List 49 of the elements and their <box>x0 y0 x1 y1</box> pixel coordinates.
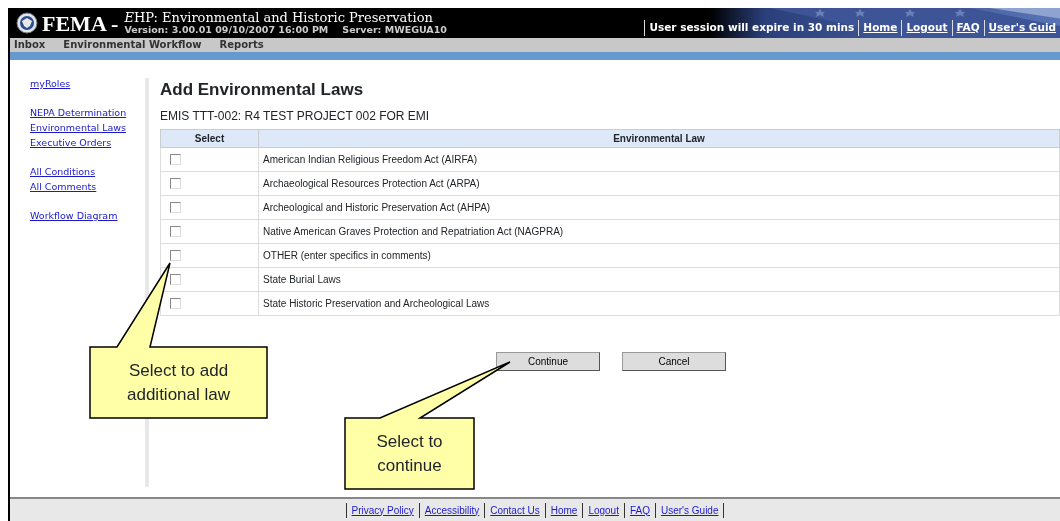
checkbox[interactable] <box>170 177 181 189</box>
checkbox[interactable] <box>170 225 181 237</box>
table-cell: State Historic Preservation and Archeological Laws <box>258 291 1060 315</box>
callout-text: Select to add additional law <box>126 360 231 406</box>
sidebar-link[interactable]: NEPA Determination <box>30 105 146 120</box>
footer-link[interactable]: FAQ <box>623 502 655 518</box>
seal-icon <box>16 12 38 34</box>
continue-button[interactable]: Continue <box>496 351 600 371</box>
footer-link[interactable]: Logout <box>582 502 624 518</box>
page-title: Add Environmental Laws <box>160 79 365 101</box>
table-cell: State Burial Laws <box>258 267 1060 291</box>
checkbox[interactable] <box>170 249 181 261</box>
callout-text: Select to continue <box>375 431 444 477</box>
table-cell: American Indian Religious Freedom Act (AIRFA) <box>258 147 1060 171</box>
checkbox[interactable] <box>170 297 181 309</box>
sidebar-link[interactable]: All Conditions <box>30 164 146 179</box>
sidebar-link[interactable]: All Comments <box>30 179 146 194</box>
footer-link[interactable]: User's Guide <box>655 502 725 518</box>
header-link[interactable]: User's Guid <box>983 20 1060 36</box>
table-cell: Native American Graves Protection and Repatriation Act (NAGPRA) <box>258 219 1060 243</box>
table-cell: OTHER (enter specifics in comments) <box>258 243 1060 267</box>
project-name: EMIS TTT-002: R4 TEST PROJECT 002 FOR EMI <box>160 107 431 125</box>
menu-item[interactable]: Environmental Workflow <box>63 38 202 52</box>
table-cell: Archeological and Historic Preservation Act (AHPA) <box>258 195 1060 219</box>
header-link[interactable]: Logout <box>901 20 952 36</box>
column-header: Environmental Law <box>258 129 1060 147</box>
footer-link[interactable]: Accessibility <box>418 502 485 518</box>
footer-link[interactable]: Contact Us <box>484 502 545 518</box>
footer-link[interactable]: Privacy Policy <box>345 502 419 518</box>
checkbox[interactable] <box>170 201 181 213</box>
sidebar-link[interactable]: Workflow Diagram <box>30 208 146 223</box>
sidebar-link[interactable]: Executive Orders <box>30 135 146 150</box>
app-title: EHP: Environmental and Historic Preservation <box>124 11 434 24</box>
checkbox[interactable] <box>170 153 181 165</box>
header-link[interactable]: FAQ <box>951 20 984 36</box>
column-header: Select <box>160 129 259 147</box>
session-notice: User session will expire in 30 mins <box>644 20 859 36</box>
header-link[interactable]: Home <box>858 20 902 36</box>
sidebar-link[interactable]: Environmental Laws <box>30 120 146 135</box>
server-text: Server: MWEGUA10 <box>342 24 447 35</box>
footer-link[interactable]: Home <box>544 502 583 518</box>
table-cell: Archaeological Resources Protection Act (ARPA) <box>258 171 1060 195</box>
menu-item[interactable]: Reports <box>219 38 264 52</box>
cancel-button[interactable]: Cancel <box>622 351 726 371</box>
version-text: Version: 3.00.01 09/10/2007 16:00 PM <box>124 24 329 35</box>
menu-item[interactable]: Inbox <box>14 38 46 52</box>
agency-logo: FEMA - <box>42 9 119 38</box>
checkbox[interactable] <box>170 273 181 285</box>
sidebar-link[interactable]: myRoles <box>30 76 146 91</box>
